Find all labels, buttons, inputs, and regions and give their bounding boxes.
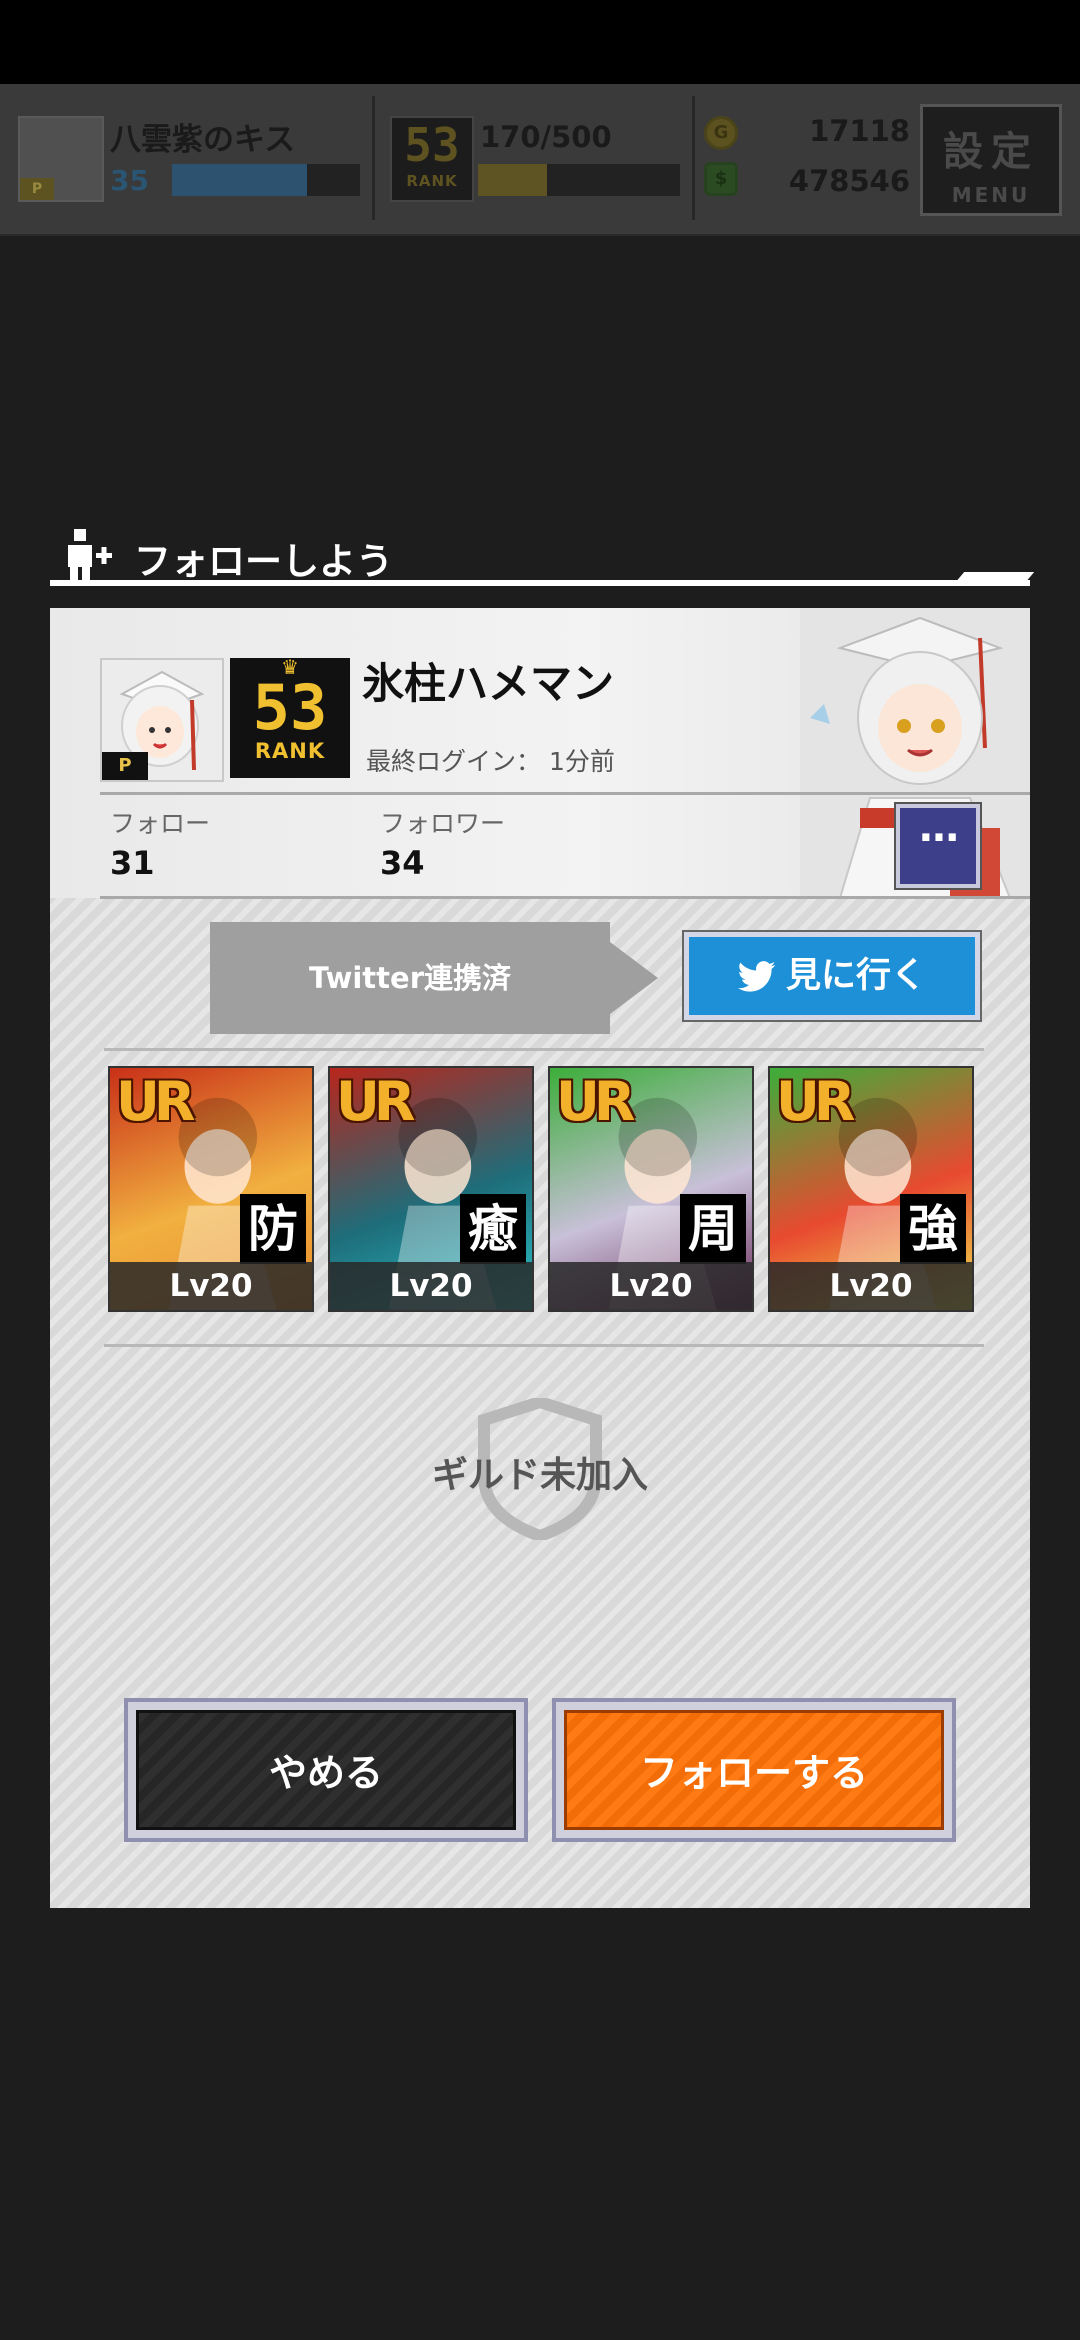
status-bar <box>0 0 1080 84</box>
coin-icon: G <box>704 116 738 150</box>
twitter-bird-icon <box>737 961 776 992</box>
profile-p-badge-icon: P <box>102 752 148 780</box>
card-role-icon: 周 <box>680 1194 746 1264</box>
last-login: 最終ログイン： 1分前 <box>366 747 615 776</box>
stamina-bar-fill <box>478 164 547 196</box>
stamina-value: 170/500 <box>480 120 612 154</box>
follower-stat: フォロワー 34 <box>380 804 505 882</box>
card-level: Lv20 <box>330 1262 532 1310</box>
add-user-icon <box>68 529 112 581</box>
gem-icon: $ <box>704 162 738 196</box>
top-hud: P 八雲紫のキス 35 53 RANK 170/500 G $ 17118 47… <box>0 84 1080 236</box>
card-role-icon: 強 <box>900 1194 966 1264</box>
profile-card: P ♛ 53 RANK 氷柱ハメマン 最終ログイン： 1分前 フォロー 31 フ… <box>50 608 1030 899</box>
follower-count: 34 <box>380 844 425 882</box>
exp-bar-fill <box>172 164 308 196</box>
follow-button[interactable]: フォローする <box>552 1698 956 1842</box>
player-name: 八雲紫のキス <box>110 122 296 158</box>
cancel-button-label: やめる <box>136 1710 516 1830</box>
menu-label: MENU <box>951 183 1031 207</box>
coin-count: 17118 <box>809 114 910 148</box>
player-avatar: P <box>18 116 104 202</box>
profile-rank-badge: ♛ 53 RANK <box>230 657 350 778</box>
twitter-view-button[interactable]: 見に行く <box>682 930 982 1022</box>
card-level: Lv20 <box>110 1262 312 1310</box>
player-rank-badge: 53 RANK <box>390 116 474 202</box>
stamina-bar <box>478 164 680 196</box>
twitter-link-status: Twitter連携済 <box>210 922 610 1034</box>
follower-label: フォロワー <box>380 809 506 838</box>
player-badge-icon: P <box>20 178 54 200</box>
settings-menu-button[interactable]: 設定 MENU <box>920 104 1062 216</box>
card-role-icon: 癒 <box>460 1194 526 1264</box>
profile-avatar: P <box>100 658 224 782</box>
player-rank-number: 53 <box>404 118 460 172</box>
section-divider <box>104 1344 984 1347</box>
dialog-title: フォローしよう <box>134 540 393 583</box>
card-rarity: UR <box>776 1070 855 1133</box>
profile-rank-label: RANK <box>254 739 326 763</box>
character-card[interactable]: UR 強 Lv20 <box>768 1066 974 1312</box>
follow-dialog: P ♛ 53 RANK 氷柱ハメマン 最終ログイン： 1分前 フォロー 31 フ… <box>50 608 1030 1908</box>
card-rarity: UR <box>336 1070 415 1133</box>
character-card[interactable]: UR 防 Lv20 <box>108 1066 314 1312</box>
character-card[interactable]: UR 周 Lv20 <box>548 1066 754 1312</box>
card-role-icon: 防 <box>240 1194 306 1264</box>
card-rarity: UR <box>556 1070 635 1133</box>
character-card[interactable]: UR 癒 Lv20 <box>328 1066 534 1312</box>
profile-bottom-divider <box>100 896 1030 899</box>
follow-label: フォロー <box>110 809 211 838</box>
title-underline-accent <box>955 572 1035 582</box>
dialog-header: フォローしよう <box>60 525 1030 585</box>
player-rank-label: RANK <box>406 172 458 190</box>
hud-divider <box>692 96 695 220</box>
gem-count: 478546 <box>788 164 910 198</box>
follow-stat: フォロー 31 <box>110 804 210 882</box>
more-options-button[interactable]: ··· <box>894 802 982 890</box>
follow-count: 31 <box>110 844 155 882</box>
twitter-status-arrow <box>610 942 658 1014</box>
section-divider <box>104 1048 984 1051</box>
profile-rank-number: 53 <box>252 671 328 744</box>
guild-status: ギルド未加入 <box>431 1455 648 1496</box>
title-underline <box>50 580 1030 586</box>
profile-name: 氷柱ハメマン <box>362 659 615 708</box>
twitter-button-label: 見に行く <box>785 956 926 996</box>
settings-label: 設定 <box>943 129 1039 175</box>
exp-bar <box>172 164 360 196</box>
card-level: Lv20 <box>770 1262 972 1310</box>
player-level: 35 <box>110 164 149 197</box>
hud-divider <box>372 96 375 220</box>
card-level: Lv20 <box>550 1262 752 1310</box>
cancel-button[interactable]: やめる <box>124 1698 528 1842</box>
card-rarity: UR <box>116 1070 195 1133</box>
profile-divider <box>100 792 1030 795</box>
follow-button-label: フォローする <box>564 1710 944 1830</box>
